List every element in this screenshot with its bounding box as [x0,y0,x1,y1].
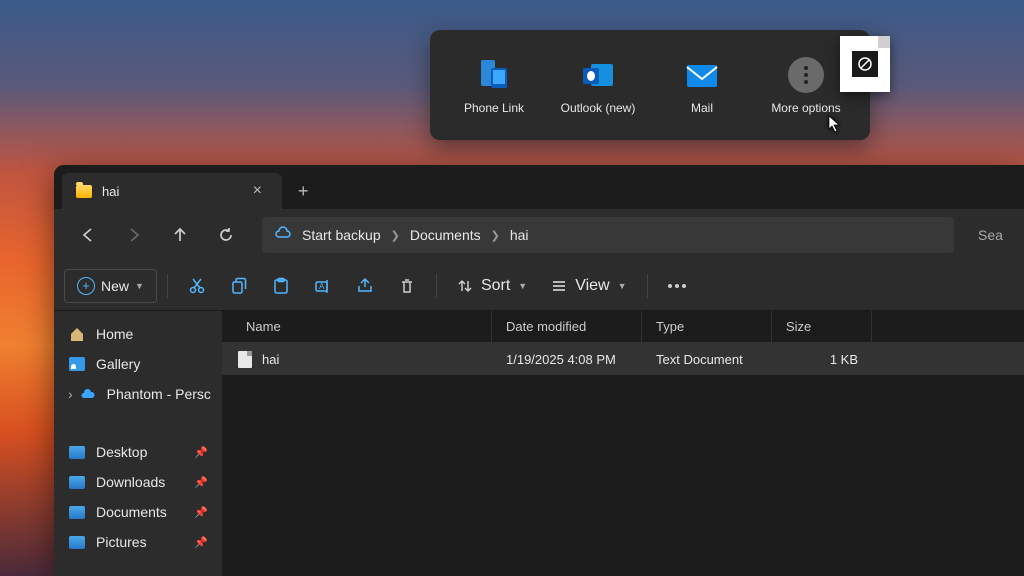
forward-button[interactable] [114,215,154,255]
folder-icon [68,534,86,550]
new-tab-button[interactable]: + [282,173,325,209]
content-area: Name Date modified Type Size hai 1/19/20… [222,311,1024,576]
breadcrumb-hai[interactable]: hai [510,227,529,243]
pin-icon: 📌 [194,536,208,549]
plus-icon: + [77,277,95,295]
cloud-icon [274,226,292,245]
chevron-down-icon: ▼ [135,281,144,291]
refresh-button[interactable] [206,215,246,255]
phone-link-icon [474,55,514,95]
mail-icon [682,55,722,95]
breadcrumb-documents[interactable]: Documents [410,227,481,243]
up-button[interactable] [160,215,200,255]
sidebar-item-phantom[interactable]: Phantom - Persc [54,379,222,409]
close-tab-button[interactable]: × [247,180,268,202]
share-item-phone-link[interactable]: Phone Link [449,55,539,115]
column-headers: Name Date modified Type Size [222,311,1024,343]
share-item-more-options[interactable]: More options [761,55,851,115]
search-input[interactable]: Sea [970,227,1010,243]
folder-icon [68,444,86,460]
sidebar: Home Gallery Phantom - Persc Desktop📌 Do… [54,311,222,576]
share-item-mail[interactable]: Mail [657,55,747,115]
address-bar[interactable]: Start backup ❯ Documents ❯ hai [262,217,954,253]
cut-button[interactable] [178,269,216,303]
cursor-icon [828,115,842,138]
file-explorer-window: hai × + Start backup ❯ Documents ❯ hai S… [54,165,1024,576]
svg-text:A: A [319,282,325,291]
pin-icon: 📌 [194,506,208,519]
view-button[interactable]: View ▼ [541,269,636,303]
gallery-icon [68,356,86,372]
outlook-icon [578,55,618,95]
file-name-cell: hai [222,351,492,368]
share-label: More options [771,101,840,115]
sidebar-item-desktop[interactable]: Desktop📌 [54,437,222,467]
chevron-down-icon: ▼ [618,281,627,291]
chevron-right-icon: ❯ [391,229,400,242]
paste-button[interactable] [262,269,300,303]
more-options-icon [786,55,826,95]
breadcrumb-backup[interactable]: Start backup [302,227,381,243]
sort-button[interactable]: Sort ▼ [447,269,537,303]
folder-icon [68,474,86,490]
sidebar-item-downloads[interactable]: Downloads📌 [54,467,222,497]
view-icon [551,278,567,294]
toolbar: + New ▼ A Sort ▼ View ▼ [54,261,1024,311]
sort-icon [457,278,473,294]
share-label: Outlook (new) [561,101,636,115]
file-row[interactable]: hai 1/19/2025 4:08 PM Text Document 1 KB [222,343,1024,375]
chevron-down-icon: ▼ [518,281,527,291]
share-label: Phone Link [464,101,524,115]
folder-icon [68,504,86,520]
file-type-cell: Text Document [642,352,772,367]
rename-button[interactable]: A [304,269,342,303]
share-item-outlook[interactable]: Outlook (new) [553,55,643,115]
folder-icon [76,185,92,198]
tab-title: hai [102,184,237,199]
onedrive-icon [79,386,97,402]
sidebar-item-gallery[interactable]: Gallery [54,349,222,379]
pin-icon: 📌 [194,446,208,459]
col-name[interactable]: Name [222,311,492,342]
back-button[interactable] [68,215,108,255]
col-type[interactable]: Type [642,311,772,342]
more-button[interactable] [658,284,696,288]
share-button[interactable] [346,269,384,303]
new-button[interactable]: + New ▼ [64,269,157,303]
tab-hai[interactable]: hai × [62,173,282,209]
delete-button[interactable] [388,269,426,303]
copy-button[interactable] [220,269,258,303]
chevron-right-icon: ❯ [491,229,500,242]
share-label: Mail [691,101,713,115]
file-date-cell: 1/19/2025 4:08 PM [492,352,642,367]
share-flyout: Phone Link Outlook (new) Mail More optio… [430,30,870,140]
col-date[interactable]: Date modified [492,311,642,342]
sidebar-item-pictures[interactable]: Pictures📌 [54,527,222,557]
text-file-icon [238,351,252,368]
pin-icon: 📌 [194,476,208,489]
home-icon [68,326,86,342]
nav-bar: Start backup ❯ Documents ❯ hai Sea [54,209,1024,261]
sidebar-item-documents[interactable]: Documents📌 [54,497,222,527]
dragged-document-icon [840,36,890,92]
sidebar-item-home[interactable]: Home [54,319,222,349]
col-size[interactable]: Size [772,311,872,342]
file-size-cell: 1 KB [772,352,872,367]
tab-bar: hai × + [54,165,1024,209]
